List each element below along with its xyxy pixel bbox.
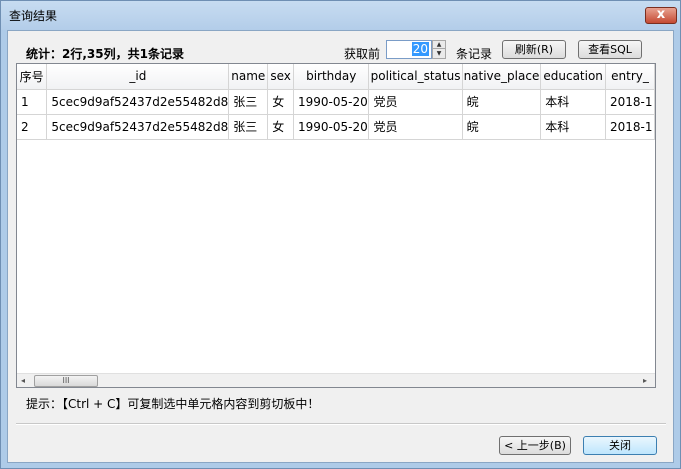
- window-title: 查询结果: [9, 9, 58, 23]
- result-grid[interactable]: 序号 _id name sex birthday political_statu…: [16, 63, 656, 388]
- table-cell[interactable]: 2: [17, 114, 48, 140]
- copy-hint: 提示：【Ctrl + C】可复制选中单元格内容到剪切板中！: [26, 397, 320, 411]
- title-bar[interactable]: 查询结果 x: [1, 1, 680, 30]
- window-close-button[interactable]: x: [645, 7, 677, 24]
- column-header[interactable]: political_status: [368, 64, 463, 90]
- table-header-row: 序号 _id name sex birthday political_statu…: [17, 64, 655, 90]
- stats-label: 统计：2行,35列，共1条记录: [26, 47, 184, 61]
- fetch-count-value: 20: [411, 42, 429, 56]
- column-header[interactable]: entry_: [605, 64, 655, 90]
- footer-divider: [16, 423, 666, 425]
- scroll-left-icon[interactable]: ◂: [21, 376, 25, 385]
- dialog-body: 统计：2行,35列，共1条记录 获取前 20 ▲ ▼ 条记录 刷新(R) 查看S…: [7, 30, 674, 463]
- scroll-right-icon[interactable]: ▸: [643, 376, 647, 385]
- table-cell[interactable]: 5cec9d9af52437d2e55482d8: [46, 89, 230, 115]
- column-header[interactable]: education: [540, 64, 607, 90]
- table-cell[interactable]: 2018-1: [605, 89, 655, 115]
- scrollbar-thumb[interactable]: III: [34, 375, 98, 387]
- column-header[interactable]: 序号: [17, 64, 48, 90]
- view-sql-button[interactable]: 查看SQL: [578, 40, 642, 59]
- table-cell[interactable]: 1990-05-20: [293, 89, 370, 115]
- table-cell[interactable]: 女: [267, 89, 295, 115]
- table-cell[interactable]: 皖: [462, 114, 542, 140]
- table-cell[interactable]: 张三: [228, 114, 269, 140]
- fetch-count-stepper[interactable]: ▲ ▼: [432, 40, 446, 59]
- fetch-count-input[interactable]: 20: [386, 40, 432, 59]
- query-result-window: 查询结果 x 统计：2行,35列，共1条记录 获取前 20 ▲ ▼ 条记录 刷新…: [0, 0, 681, 469]
- table-cell[interactable]: 本科: [540, 89, 607, 115]
- result-table: 序号 _id name sex birthday political_statu…: [17, 64, 655, 140]
- fetch-label: 获取前: [344, 47, 381, 61]
- table-row[interactable]: 2 5cec9d9af52437d2e55482d8 张三 女 1990-05-…: [17, 114, 655, 140]
- table-cell[interactable]: 女: [267, 114, 295, 140]
- table-cell[interactable]: 党员: [368, 89, 463, 115]
- column-header[interactable]: _id: [46, 64, 230, 90]
- table-cell[interactable]: 2018-1: [605, 114, 655, 140]
- table-cell[interactable]: 党员: [368, 114, 463, 140]
- table-cell[interactable]: 张三: [228, 89, 269, 115]
- table-cell[interactable]: 1: [17, 89, 48, 115]
- column-header[interactable]: sex: [267, 64, 295, 90]
- stepper-down-icon[interactable]: ▼: [433, 50, 445, 58]
- table-cell[interactable]: 本科: [540, 114, 607, 140]
- refresh-button[interactable]: 刷新(R): [502, 40, 566, 59]
- close-button[interactable]: 关闭: [583, 436, 657, 455]
- stepper-up-icon[interactable]: ▲: [433, 41, 445, 49]
- column-header[interactable]: birthday: [293, 64, 370, 90]
- table-cell[interactable]: 5cec9d9af52437d2e55482d8: [46, 114, 230, 140]
- table-row[interactable]: 1 5cec9d9af52437d2e55482d8 张三 女 1990-05-…: [17, 89, 655, 115]
- table-cell[interactable]: 皖: [462, 89, 542, 115]
- records-label: 条记录: [456, 47, 493, 61]
- previous-step-button[interactable]: < 上一步(B): [499, 436, 571, 455]
- horizontal-scrollbar[interactable]: ◂ III ▸: [17, 373, 655, 387]
- column-header[interactable]: name: [228, 64, 269, 90]
- table-cell[interactable]: 1990-05-20: [293, 114, 370, 140]
- column-header[interactable]: native_place: [462, 64, 542, 90]
